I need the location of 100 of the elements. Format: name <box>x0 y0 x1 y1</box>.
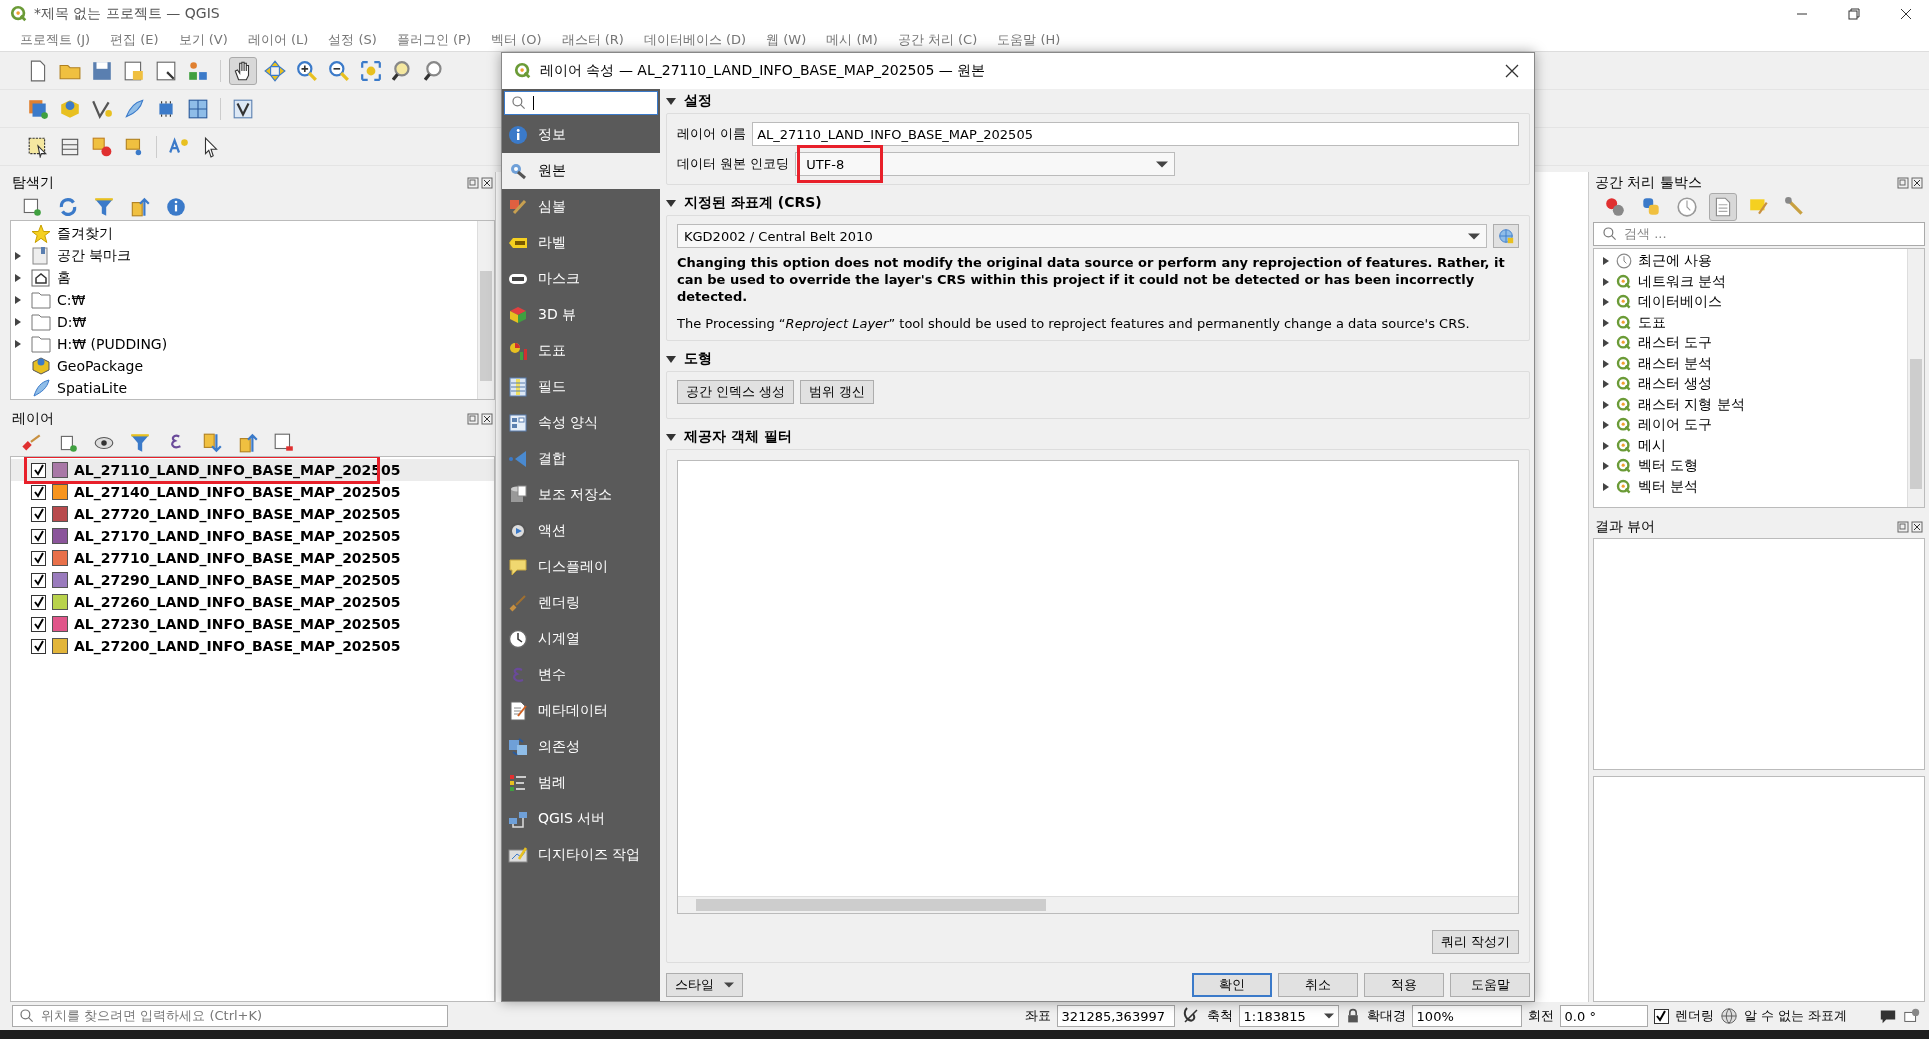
menu-item[interactable]: 레이어 (L) <box>239 30 317 49</box>
menu-item[interactable]: 메시 (M) <box>818 30 886 49</box>
dialog-button[interactable]: 적용 <box>1364 973 1444 997</box>
menu-item[interactable]: 벡터 (O) <box>483 30 550 49</box>
hand-icon[interactable] <box>229 56 257 85</box>
nav-item[interactable]: 시계열 <box>502 621 660 657</box>
layer-name[interactable]: AL_27260_LAND_INFO_BASE_MAP_202505 <box>74 594 401 610</box>
close-icon[interactable] <box>1900 8 1912 20</box>
menu-item[interactable]: 데이터베이스 (D) <box>635 30 755 49</box>
crs-dropdown[interactable]: KGD2002 / Central Belt 2010 <box>677 224 1487 248</box>
nav-item[interactable]: 라벨 <box>502 225 660 261</box>
nav-item[interactable]: 3D 뷰 <box>502 297 660 333</box>
tree-item[interactable]: 래스터 도구 <box>1638 334 1713 353</box>
menu-item[interactable]: 래스터 (R) <box>553 30 632 49</box>
section-title[interactable]: 제공자 객체 필터 <box>684 428 792 446</box>
nav-item[interactable]: QGIS 서버 <box>502 801 660 837</box>
caret-icon[interactable] <box>1156 160 1169 168</box>
document-icon[interactable] <box>1709 193 1737 221</box>
menu-item[interactable]: 공간 처리 (C) <box>889 30 986 49</box>
layer-checkbox[interactable] <box>31 528 46 544</box>
style-dropdown[interactable]: 스타일 <box>666 973 743 997</box>
tree-item[interactable]: 홈 <box>57 269 71 287</box>
caret-icon[interactable] <box>1323 1013 1334 1019</box>
nav-item[interactable]: 도표 <box>502 333 660 369</box>
nav-item[interactable]: 결합 <box>502 441 660 477</box>
tree-item[interactable]: 메시 <box>1638 436 1666 455</box>
encoding-dropdown[interactable]: UTF-8 <box>795 152 1176 176</box>
layer-checkbox[interactable] <box>31 462 46 478</box>
layer-checkbox[interactable] <box>31 572 46 588</box>
tree-item[interactable]: GeoPackage <box>57 358 144 374</box>
layer-checkbox[interactable] <box>31 484 46 500</box>
layer-name-field[interactable]: AL_27110_LAND_INFO_BASE_MAP_202505 <box>752 122 1519 146</box>
search-field[interactable] <box>504 91 658 115</box>
nav-item[interactable]: 속성 양식 <box>502 405 660 441</box>
dialog-button[interactable]: 취소 <box>1278 973 1358 997</box>
caret-icon[interactable] <box>1468 232 1480 240</box>
nav-item[interactable]: 원본 <box>502 153 660 189</box>
nav-item[interactable]: 디스플레이 <box>502 549 660 585</box>
layer-name[interactable]: AL_27720_LAND_INFO_BASE_MAP_202505 <box>74 506 401 522</box>
tree-item[interactable]: 공간 북마크 <box>57 247 132 265</box>
section-title[interactable]: 지정된 좌표계 (CRS) <box>684 194 822 212</box>
scrollbar[interactable] <box>1907 249 1924 507</box>
layer-checkbox[interactable] <box>31 638 46 654</box>
layer-checkbox[interactable] <box>31 506 46 522</box>
menu-item[interactable]: 설정 (S) <box>320 30 385 49</box>
tree-item[interactable]: D:₩ <box>57 314 87 330</box>
geometry-button[interactable]: 범위 갱신 <box>800 380 875 404</box>
menu-item[interactable]: 보기 (V) <box>170 30 236 49</box>
tree-item[interactable]: 래스터 분석 <box>1638 354 1713 373</box>
query-builder-button[interactable]: 쿼리 작성기 <box>1431 930 1519 954</box>
nav-item[interactable]: 심볼 <box>502 189 660 225</box>
search-field[interactable]: 검색 ... <box>1593 222 1925 246</box>
tree-item[interactable]: H:₩ (PUDDING) <box>57 336 168 352</box>
restore-icon[interactable] <box>1848 8 1860 20</box>
scrollbar-thumb[interactable] <box>696 899 1046 911</box>
crs-button[interactable]: 알 수 없는 좌표계 <box>1743 1007 1847 1025</box>
nav-item[interactable]: 변수 <box>502 657 660 693</box>
nav-item[interactable]: 필드 <box>502 369 660 405</box>
close-icon[interactable] <box>1505 64 1519 78</box>
scrollbar[interactable] <box>678 896 1518 913</box>
tree-item[interactable]: SpatiaLite <box>57 380 128 396</box>
section-title[interactable]: 도형 <box>684 350 712 368</box>
tree-item[interactable]: 레이어 도구 <box>1638 416 1713 435</box>
layer-checkbox[interactable] <box>31 550 46 566</box>
tree-item[interactable]: 최근에 사용 <box>1638 252 1713 271</box>
crs-select-button[interactable] <box>1493 224 1519 248</box>
layer-checkbox[interactable] <box>31 594 46 610</box>
tree-item[interactable]: 벡터 도형 <box>1638 457 1699 476</box>
scrollbar-thumb[interactable] <box>1910 359 1922 489</box>
section-title[interactable]: 설정 <box>684 92 712 110</box>
scrollbar-thumb[interactable] <box>480 271 492 381</box>
tree-item[interactable]: 즐겨찾기 <box>57 225 113 243</box>
nav-item[interactable]: 디지타이즈 작업 <box>502 837 660 873</box>
layer-name[interactable]: AL_27710_LAND_INFO_BASE_MAP_202505 <box>74 550 401 566</box>
layer-checkbox[interactable] <box>31 616 46 632</box>
tree-item[interactable]: 도표 <box>1638 313 1666 332</box>
render-checkbox[interactable] <box>1653 1008 1669 1024</box>
tree-item[interactable]: 데이터베이스 <box>1638 293 1722 312</box>
nav-item[interactable]: 마스크 <box>502 261 660 297</box>
menu-item[interactable]: 플러그인 (P) <box>388 30 479 49</box>
tree-item[interactable]: C:₩ <box>57 292 86 308</box>
coordinate-field[interactable]: 321285,363997 <box>1056 1005 1175 1027</box>
layer-name[interactable]: AL_27230_LAND_INFO_BASE_MAP_202505 <box>74 616 401 632</box>
nav-item[interactable]: 의존성 <box>502 729 660 765</box>
layer-name[interactable]: AL_27290_LAND_INFO_BASE_MAP_202505 <box>74 572 401 588</box>
menu-item[interactable]: 웹 (W) <box>758 30 815 49</box>
rotation-field[interactable]: 0.0 ° <box>1559 1005 1648 1027</box>
tree-item[interactable]: 래스터 지형 분석 <box>1638 395 1745 414</box>
nav-item[interactable]: 정보 <box>502 117 660 153</box>
menu-item[interactable]: 도움말 (H) <box>989 30 1069 49</box>
dialog-button[interactable]: 도움말 <box>1450 973 1530 997</box>
tree-item[interactable]: 래스터 생성 <box>1638 375 1713 394</box>
magnifier-field[interactable]: 100% <box>1411 1005 1522 1027</box>
scale-field[interactable]: 1:183815 <box>1238 1005 1339 1027</box>
nav-item[interactable]: 렌더링 <box>502 585 660 621</box>
layer-name[interactable]: AL_27170_LAND_INFO_BASE_MAP_202505 <box>74 528 401 544</box>
menu-item[interactable]: 프로젝트 (J) <box>12 30 99 49</box>
nav-item[interactable]: 메타데이터 <box>502 693 660 729</box>
caret-icon[interactable] <box>724 982 734 988</box>
nav-item[interactable]: 액션 <box>502 513 660 549</box>
